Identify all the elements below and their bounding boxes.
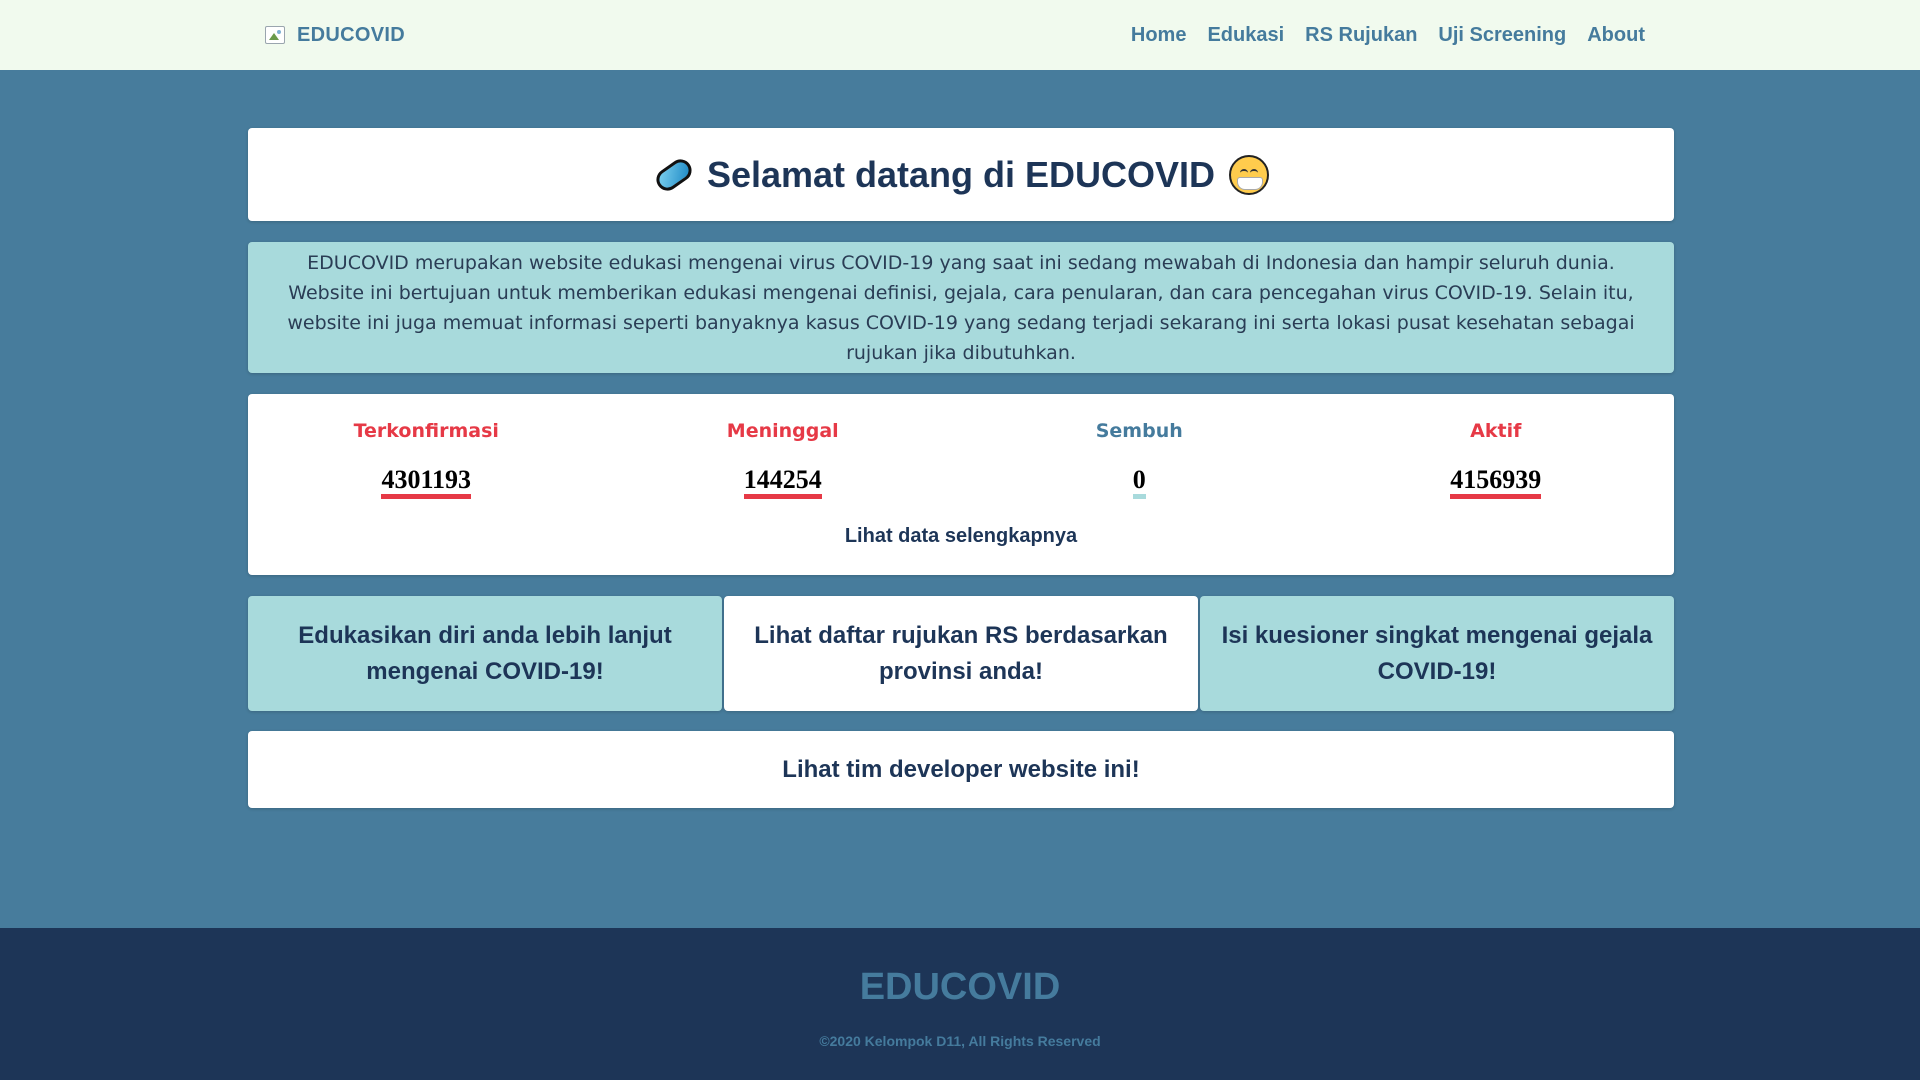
nav-links: Home Edukasi RS Rujukan Uji Screening Ab… xyxy=(1131,24,1645,47)
welcome-card: Selamat datang di EDUCOVID xyxy=(248,128,1674,221)
footer-brand: EDUCOVID xyxy=(859,966,1061,1008)
stats-card: Terkonfirmasi 4301193 Meninggal 144254 S… xyxy=(248,394,1674,575)
nav-edukasi[interactable]: Edukasi xyxy=(1207,24,1284,47)
questionnaire-card[interactable]: Isi kuesioner singkat mengenai gejala CO… xyxy=(1200,596,1674,711)
brand-name: EDUCOVID xyxy=(297,23,405,46)
stat-sembuh: Sembuh 0 xyxy=(961,420,1318,499)
footer: EDUCOVID ©2020 Kelompok D11, All Rights … xyxy=(0,928,1920,1080)
navbar: EDUCOVID Home Edukasi RS Rujukan Uji Scr… xyxy=(0,0,1920,70)
developer-team-card[interactable]: Lihat tim developer website ini! xyxy=(248,731,1674,808)
face-with-medical-mask-icon xyxy=(1229,154,1270,195)
stat-value: 144254 xyxy=(743,466,822,499)
nav-home[interactable]: Home xyxy=(1131,24,1187,47)
stat-label: Aktif xyxy=(1470,420,1522,442)
view-more-data-link[interactable]: Lihat data selengkapnya xyxy=(248,525,1674,548)
stat-value: 0 xyxy=(1132,466,1146,499)
hospital-referral-card[interactable]: Lihat daftar rujukan RS berdasarkan prov… xyxy=(724,596,1198,711)
stat-label: Terkonfirmasi xyxy=(353,420,499,442)
stat-value: 4301193 xyxy=(381,466,472,499)
stat-label: Sembuh xyxy=(1095,420,1183,442)
page-title: Selamat datang di EDUCOVID xyxy=(706,153,1216,195)
broken-image-icon xyxy=(265,26,285,44)
nav-rs-rujukan[interactable]: RS Rujukan xyxy=(1305,24,1417,47)
stat-meninggal: Meninggal 144254 xyxy=(605,420,962,499)
intro-card: EDUCOVID merupakan website edukasi menge… xyxy=(248,242,1674,373)
stat-label: Meninggal xyxy=(726,420,839,442)
action-cards: Edukasikan diri anda lebih lanjut mengen… xyxy=(248,596,1674,711)
microbe-icon xyxy=(652,154,696,195)
stat-terkonfirmasi: Terkonfirmasi 4301193 xyxy=(248,420,605,499)
nav-about[interactable]: About xyxy=(1587,24,1645,47)
stats-row: Terkonfirmasi 4301193 Meninggal 144254 S… xyxy=(248,394,1674,499)
nav-uji-screening[interactable]: Uji Screening xyxy=(1438,24,1566,47)
stat-aktif: Aktif 4156939 xyxy=(1318,420,1675,499)
footer-copyright: ©2020 Kelompok D11, All Rights Reserved xyxy=(819,1033,1101,1049)
stat-value: 4156939 xyxy=(1450,466,1542,499)
education-card[interactable]: Edukasikan diri anda lebih lanjut mengen… xyxy=(248,596,722,711)
intro-text: EDUCOVID merupakan website edukasi menge… xyxy=(287,251,1635,364)
brand[interactable]: EDUCOVID xyxy=(265,24,405,47)
